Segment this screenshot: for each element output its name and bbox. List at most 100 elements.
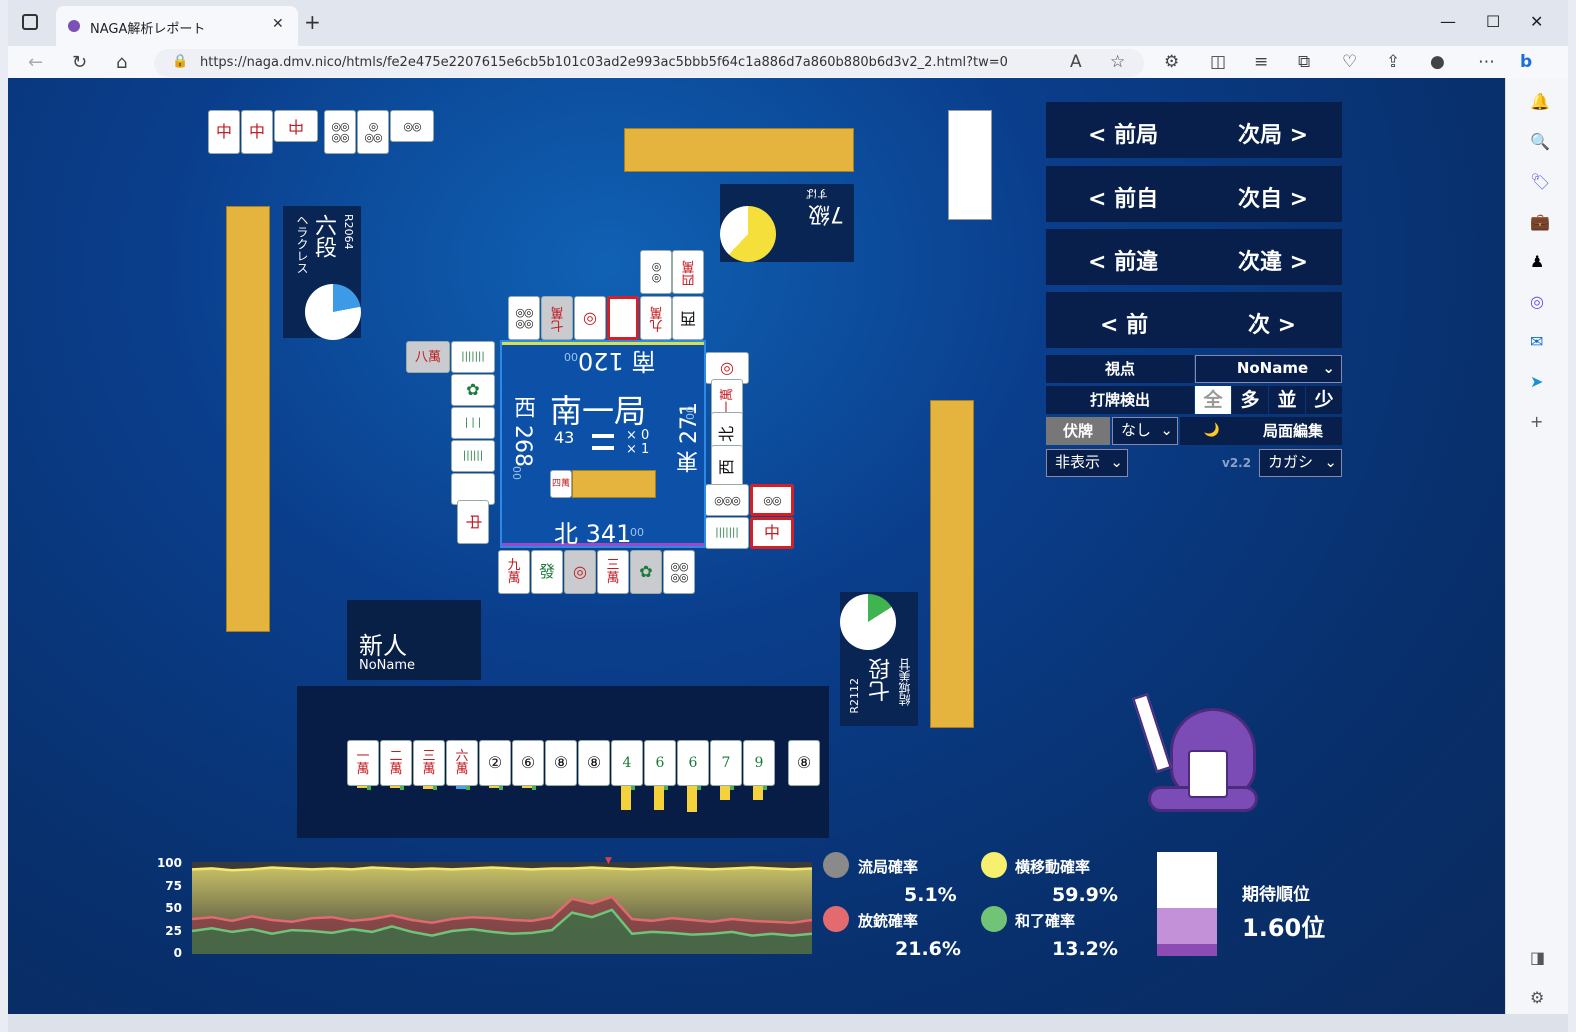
microsoft365-icon[interactable]: ◎: [1530, 292, 1544, 311]
edit-position-button[interactable]: 局面編集: [1244, 417, 1342, 445]
home-icon[interactable]: ⌂: [116, 52, 127, 73]
south-score-sub: 00: [564, 350, 578, 363]
font-select[interactable]: カガシ ⌄: [1259, 449, 1342, 477]
hidden-tiles-select[interactable]: なし ⌄: [1112, 417, 1178, 445]
discard-detect-label: 打牌検出: [1046, 386, 1194, 414]
y-tick-label: 50: [165, 901, 182, 915]
read-aloud-icon[interactable]: A: [1070, 52, 1082, 72]
discard-tile: ✿: [630, 550, 662, 594]
y-tick-label: 75: [165, 878, 182, 893]
detect-few-button[interactable]: 少: [1306, 386, 1342, 414]
split-screen-icon[interactable]: ◫: [1210, 52, 1226, 72]
naga-favicon-icon: [68, 20, 80, 32]
viewpoint-label: 視点: [1046, 355, 1194, 383]
taskbar-strip: [8, 1014, 1568, 1032]
copilot-icon[interactable]: b: [1520, 52, 1532, 72]
refresh-icon[interactable]: ↻: [72, 52, 87, 73]
right-player-panel: R2112 七段 結城美甘: [840, 592, 918, 726]
favorite-star-icon[interactable]: ☆: [1110, 52, 1125, 72]
hand-tile[interactable]: 6: [644, 740, 676, 786]
tools-briefcase-icon[interactable]: 💼: [1530, 212, 1550, 231]
detect-many-button[interactable]: 多: [1232, 386, 1268, 414]
back-icon[interactable]: ←: [28, 52, 43, 73]
right-player-pie: [840, 594, 896, 650]
search-icon[interactable]: 🔍: [1530, 132, 1550, 151]
step-nav-row: < 前 次 >: [1046, 292, 1342, 348]
add-sidebar-app-icon[interactable]: +: [1530, 412, 1543, 431]
hand-tile[interactable]: 4: [611, 740, 643, 786]
browser-window: NAGA解析レポート ✕ + — ☐ ✕ ← ↻ ⌂ 🔒 https://nag…: [8, 0, 1568, 1032]
top-player-rank: 7級: [808, 201, 844, 226]
notification-bell-icon[interactable]: 🔔: [1530, 92, 1550, 111]
prev-step-button[interactable]: < 前: [1100, 307, 1148, 339]
outlook-icon[interactable]: ✉: [1530, 332, 1543, 351]
share-icon[interactable]: ⇪: [1386, 52, 1400, 72]
ryukyoku-label: 流局確率: [858, 858, 919, 876]
url-text: https://naga.dmv.nico/htmls/fe2e475e2207…: [200, 55, 1008, 70]
hand-tile[interactable]: ⑥: [512, 740, 544, 786]
prev-diff-button[interactable]: < 前違: [1088, 244, 1158, 276]
next-diff-button[interactable]: 次違 >: [1238, 244, 1308, 276]
top-hand-backs: [624, 128, 854, 172]
honba-stick-icon: [592, 434, 614, 438]
hand-tile[interactable]: 9: [743, 740, 775, 786]
hand-tile[interactable]: 一 萬: [347, 740, 379, 786]
maximize-icon[interactable]: ☐: [1486, 12, 1500, 31]
left-player-rate: R2064: [342, 214, 355, 250]
display-select[interactable]: 非表示 ⌄: [1046, 449, 1128, 477]
next-self-button[interactable]: 次自 >: [1238, 181, 1308, 213]
prev-round-button[interactable]: < 前局: [1088, 117, 1158, 149]
hand-tile[interactable]: ⑧: [545, 740, 577, 786]
minimize-icon[interactable]: —: [1440, 12, 1456, 31]
prev-self-button[interactable]: < 前自: [1088, 181, 1158, 213]
hand-tile[interactable]: ⑧: [578, 740, 610, 786]
current-turn-marker-icon: ▼: [605, 856, 612, 866]
tab-actions-icon[interactable]: [22, 14, 38, 30]
sidebar-toggle-icon[interactable]: ◨: [1530, 948, 1545, 967]
tab-naga[interactable]: NAGA解析レポート ✕: [56, 6, 298, 46]
tile-pin-called: ◎◎: [390, 110, 434, 142]
next-round-button[interactable]: 次局 >: [1238, 117, 1308, 149]
favorites-icon[interactable]: ≡: [1254, 52, 1268, 72]
hand-tile[interactable]: 7: [710, 740, 742, 786]
detect-all-button[interactable]: 全: [1195, 386, 1231, 414]
called-tile: ◎◎: [750, 484, 794, 516]
called-tile: 中: [750, 517, 794, 549]
eval-bar: [390, 786, 400, 788]
close-window-icon[interactable]: ✕: [1530, 12, 1543, 31]
hand-tile[interactable]: 六 萬: [446, 740, 478, 786]
close-tab-icon[interactable]: ✕: [272, 16, 284, 32]
houju-value: 21.6%: [895, 938, 961, 960]
url-field[interactable]: 🔒 https://naga.dmv.nico/htmls/fe2e475e22…: [154, 49, 1144, 77]
viewpoint-select[interactable]: NoName ⌄: [1195, 355, 1342, 383]
hand-tile[interactable]: ⑧: [788, 740, 820, 786]
discard-tile: ||||||: [451, 440, 495, 472]
new-tab-icon[interactable]: +: [304, 10, 321, 34]
tab-title: NAGA解析レポート: [90, 22, 206, 37]
hand-tile[interactable]: 6: [677, 740, 709, 786]
dark-mode-toggle[interactable]: 🌙: [1180, 417, 1244, 445]
east-score-sub: 00: [684, 406, 697, 420]
settings-gear-icon[interactable]: ⚙: [1530, 988, 1544, 1007]
lock-icon: 🔒: [172, 54, 189, 69]
send-icon[interactable]: ➤: [1530, 372, 1543, 391]
tile-pin: ◎ ◎◎: [357, 110, 389, 154]
shopping-tag-icon[interactable]: 🏷: [1530, 172, 1550, 191]
discard-tile: |||||||: [705, 517, 749, 549]
next-step-button[interactable]: 次 >: [1248, 307, 1296, 339]
hand-tile[interactable]: 二 萬: [380, 740, 412, 786]
detect-mid-button[interactable]: 並: [1269, 386, 1305, 414]
tile-chun: 中: [241, 110, 273, 154]
eval-bar-green: [400, 786, 404, 790]
right-player-rank: 七段: [869, 658, 894, 702]
hand-tile[interactable]: ②: [479, 740, 511, 786]
right-player-name: 結城美甘: [898, 658, 912, 706]
collections-icon[interactable]: ⧉: [1298, 52, 1310, 72]
more-menu-icon[interactable]: ⋯: [1478, 52, 1495, 72]
extensions-icon[interactable]: ⚙: [1164, 52, 1179, 72]
performance-icon[interactable]: ♡: [1342, 52, 1357, 72]
discard-tile: ◎◎◎: [705, 484, 749, 516]
hand-tile[interactable]: 三 萬: [413, 740, 445, 786]
profile-avatar-icon[interactable]: ●: [1430, 52, 1445, 72]
games-chess-icon[interactable]: ♟: [1530, 252, 1544, 271]
